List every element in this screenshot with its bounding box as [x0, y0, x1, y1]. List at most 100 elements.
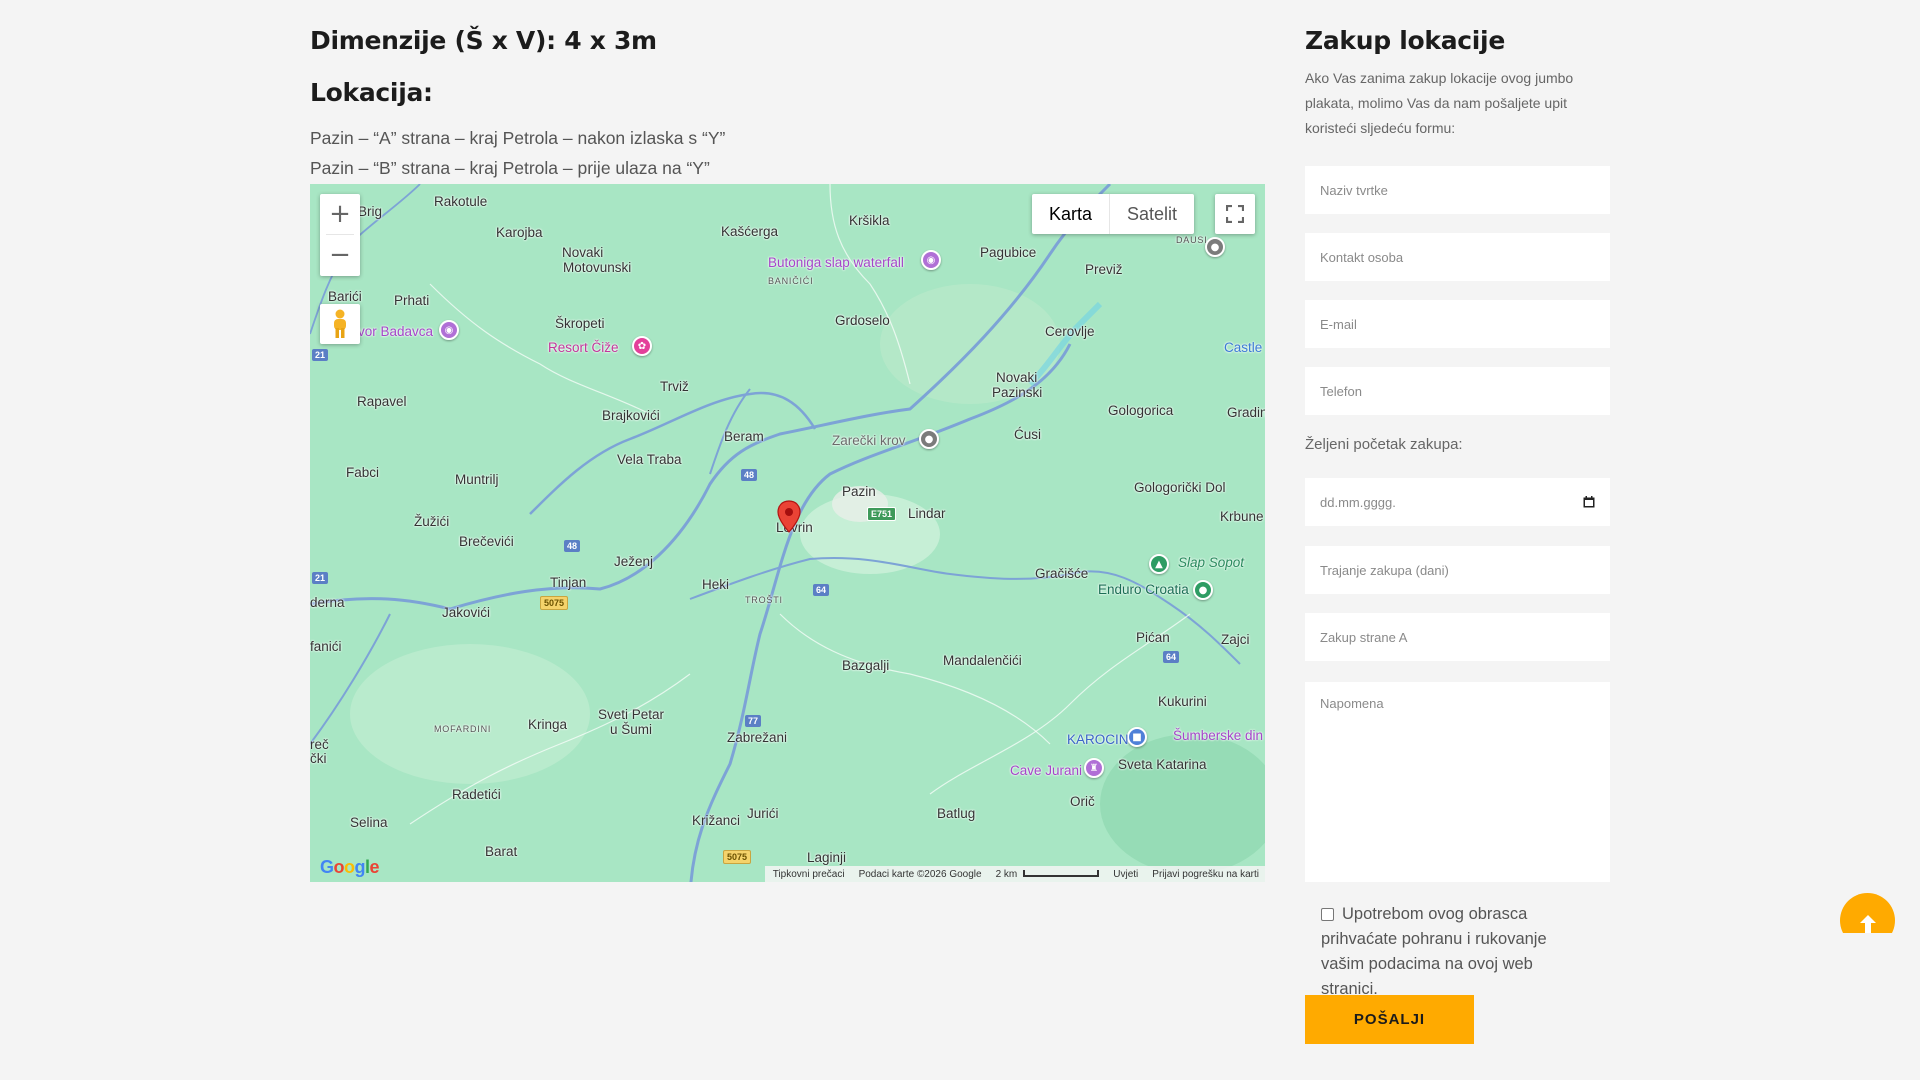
consent-text: Upotrebom ovog obrasca prihvaćate pohran…: [1321, 905, 1547, 998]
zoom-out-button[interactable]: −: [320, 235, 360, 275]
email-input[interactable]: [1305, 300, 1610, 348]
poi-zarecki[interactable]: Zarečki krov: [832, 433, 906, 448]
place-label: TROŠTI: [745, 595, 783, 605]
place-label: Jurići: [747, 806, 779, 821]
phone-input[interactable]: [1305, 367, 1610, 415]
map-type-control: Karta Satelit: [1032, 194, 1195, 234]
zoom-control: + −: [320, 194, 360, 276]
place-label: Selina: [350, 815, 388, 830]
location-line-a: Pazin – “A” strana – kraj Petrola – nako…: [310, 128, 726, 148]
zoom-in-button[interactable]: +: [320, 194, 360, 234]
place-label: Sveta Katarina: [1118, 757, 1207, 772]
place-label: Pagubice: [980, 245, 1037, 260]
road-shield: 5075: [540, 596, 569, 610]
place-label: Laginji: [807, 850, 847, 865]
poi-butoniga[interactable]: Butoniga slap waterfall: [768, 255, 904, 270]
place-label: Pazin: [842, 484, 876, 499]
place-label: Radetići: [452, 787, 501, 802]
location-dot-icon[interactable]: ●: [919, 429, 939, 449]
scale-indicator: 2 km: [996, 869, 1100, 880]
place-label: Barići: [328, 289, 362, 304]
place-label: Kukurini: [1158, 694, 1207, 709]
place-label: Gradin: [1227, 405, 1265, 420]
start-date-input[interactable]: dd.mm.gggg.: [1305, 478, 1610, 526]
note-textarea[interactable]: [1305, 682, 1610, 882]
poi-badavca[interactable]: vor Badavca: [358, 324, 433, 339]
resort-icon[interactable]: ✿: [632, 336, 652, 356]
camera-icon[interactable]: ◉: [921, 250, 941, 270]
location-dot-icon[interactable]: ●: [1193, 580, 1213, 600]
poi-enduro[interactable]: Enduro Croatia: [1098, 582, 1189, 597]
place-label: Castle: [1224, 340, 1263, 355]
side-input[interactable]: [1305, 613, 1610, 661]
google-logo[interactable]: Google: [320, 857, 380, 878]
road-shield: 64: [813, 584, 830, 596]
scroll-button-clip: [1830, 933, 1910, 973]
place-label: Bazgalji: [842, 658, 890, 673]
place-label: Pićan: [1136, 630, 1170, 645]
place-label: Jakovići: [442, 605, 491, 620]
place-label: Krbune: [1220, 509, 1264, 524]
road-shield: 21: [312, 572, 329, 584]
place-label: Križanci: [692, 813, 741, 828]
road-shield: 77: [745, 715, 762, 727]
place-label: Zabrežani: [727, 730, 788, 745]
map-data-credit: Podaci karte ©2026 Google: [858, 868, 982, 880]
tree-icon[interactable]: ▲: [1149, 554, 1169, 574]
place-label: čki: [310, 751, 327, 766]
map-type-karta-button[interactable]: Karta: [1032, 194, 1111, 234]
pegman-icon: [334, 309, 346, 338]
company-name-input[interactable]: [1305, 166, 1610, 214]
date-placeholder: dd.mm.gggg.: [1320, 494, 1396, 510]
place-label: Orič: [1070, 794, 1095, 809]
place-label: BANIČIĆI: [768, 276, 814, 286]
map-attribution-bar: Tipkovni prečaci Podaci karte ©2026 Goog…: [764, 866, 1265, 882]
street-view-pegman-icon[interactable]: [320, 304, 360, 344]
place-label: Brajkovići: [602, 408, 660, 423]
place-label: Škropeti: [555, 316, 605, 331]
form-description: Ako Vas zanima zakup lokacije ovog jumbo…: [1305, 70, 1574, 136]
camera-icon[interactable]: ◉: [439, 320, 459, 340]
poi-resort[interactable]: Resort Čiže: [548, 340, 619, 355]
location-dot-icon[interactable]: ●: [1205, 237, 1225, 257]
road-shield: 48: [564, 540, 581, 552]
rental-duration-input[interactable]: [1305, 546, 1610, 594]
place-label: Batlug: [937, 806, 976, 821]
place-label: Novaki: [562, 245, 604, 260]
contact-person-input[interactable]: [1305, 233, 1610, 281]
report-error-link[interactable]: Prijavi pogrešku na karti: [1152, 869, 1259, 880]
poi-cave-jurani[interactable]: Cave Jurani: [1010, 763, 1082, 778]
submit-button[interactable]: POŠALJI: [1305, 995, 1474, 1044]
place-label: Ćusi: [1014, 427, 1042, 442]
castle-icon[interactable]: ♜: [1084, 758, 1104, 778]
place-label: u Šumi: [610, 722, 653, 737]
place-label: MOFARDINI: [434, 724, 492, 734]
keyboard-shortcuts-link[interactable]: Tipkovni prečaci: [773, 869, 845, 880]
road-shield: 64: [1163, 651, 1180, 663]
poi-sumberske[interactable]: Šumberske din: [1173, 728, 1263, 743]
place-label: Pazinski: [992, 385, 1043, 400]
poi-karocin[interactable]: KAROCIN: [1067, 732, 1129, 747]
location-marker-icon[interactable]: [777, 500, 801, 534]
place-label: Motovunski: [563, 260, 632, 275]
fullscreen-button[interactable]: [1215, 194, 1255, 234]
google-map[interactable]: Rakotule Brig Karojba Novaki Motovunski …: [310, 184, 1265, 882]
start-date-label: Željeni početak zakupa:: [1305, 436, 1463, 453]
place-label: Gologorica: [1108, 403, 1174, 418]
place-label: derna: [310, 595, 345, 610]
calendar-icon[interactable]: [1583, 496, 1595, 508]
terms-link[interactable]: Uvjeti: [1113, 869, 1138, 880]
fullscreen-icon: [1226, 205, 1244, 223]
arrow-up-icon: [1859, 914, 1876, 933]
dimensions-heading: Dimenzije (Š x V): 4 x 3m: [310, 26, 657, 55]
place-label: Kašćerga: [721, 224, 779, 239]
location-heading: Lokacija:: [310, 78, 433, 107]
map-type-satelit-button[interactable]: Satelit: [1110, 194, 1194, 234]
road-shield: 48: [741, 469, 758, 481]
consent-row: Upotrebom ovog obrasca prihvaćate pohran…: [1321, 902, 1611, 1002]
road-shield: 21: [312, 349, 329, 361]
place-label: Zajci: [1221, 632, 1250, 647]
lock-icon[interactable]: ■: [1127, 727, 1147, 747]
poi-slap-sopot[interactable]: Slap Sopot: [1178, 555, 1244, 570]
place-label: Beram: [724, 429, 764, 444]
